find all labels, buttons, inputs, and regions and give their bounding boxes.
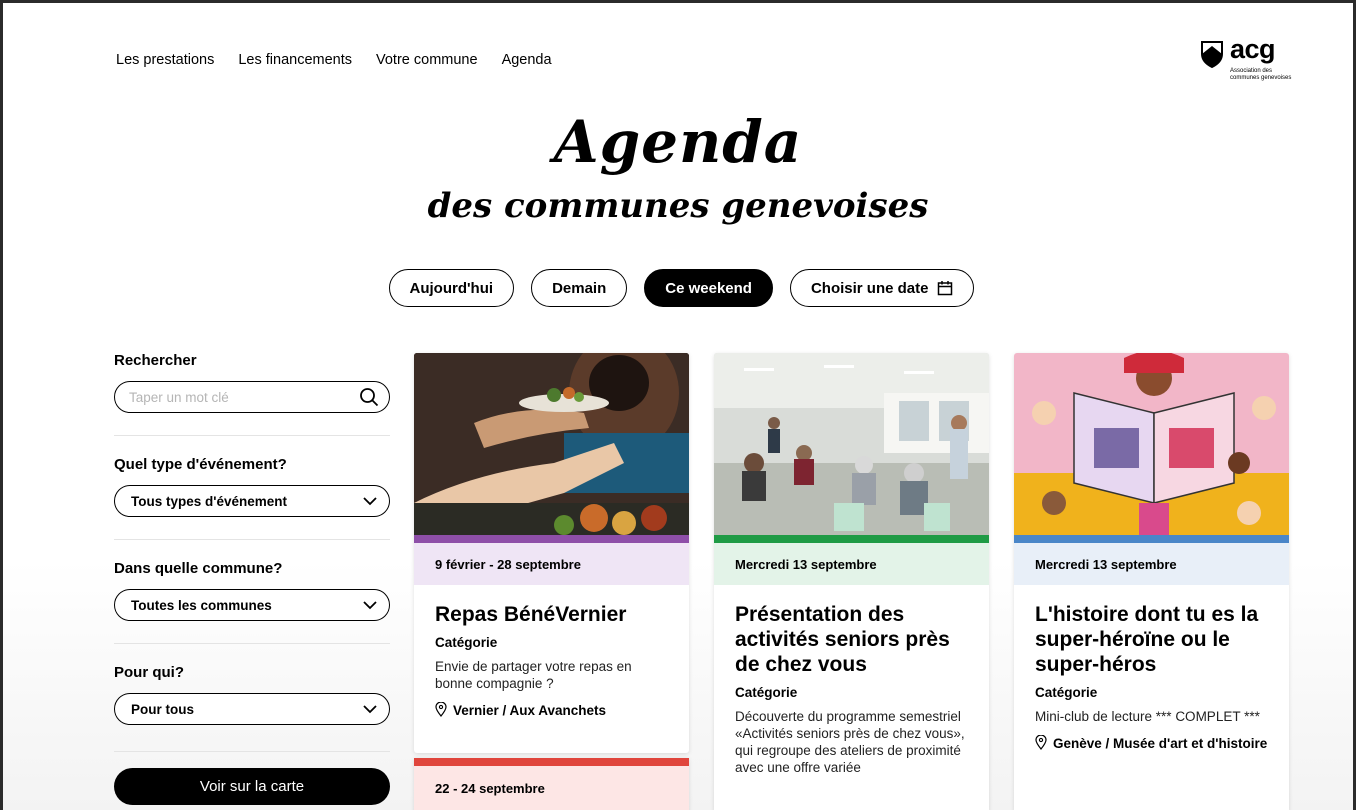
search-box <box>114 381 390 413</box>
commune-select[interactable]: Toutes les communes <box>114 589 390 621</box>
logo-wordmark: acg <box>1230 34 1276 64</box>
event-image <box>414 353 689 535</box>
search-icon[interactable] <box>359 387 379 407</box>
divider <box>114 435 390 436</box>
filter-weekend-label: Ce weekend <box>665 279 752 297</box>
event-type-heading: Quel type d'événement? <box>114 456 287 473</box>
chevron-down-icon <box>363 704 377 713</box>
event-category: Catégorie <box>1035 685 1098 700</box>
divider <box>114 643 390 644</box>
category-color-bar <box>1014 535 1289 543</box>
category-color-bar <box>414 758 689 766</box>
event-date: Mercredi 13 septembre <box>714 543 989 585</box>
event-card[interactable]: Mercredi 13 septembre Présentation des a… <box>714 353 989 810</box>
food-sharing-image <box>414 353 689 535</box>
chevron-down-icon <box>363 496 377 505</box>
event-location: Vernier / Aux Avanchets <box>435 702 668 719</box>
nav-link-commune[interactable]: Votre commune <box>376 52 478 68</box>
logo-subtitle: Association des communes genevoises <box>1230 68 1292 81</box>
event-card[interactable]: 9 février - 28 septembre Repas BénéVerni… <box>414 353 689 753</box>
event-title[interactable]: Repas BénéVernier <box>435 602 668 627</box>
commune-value: Toutes les communes <box>131 597 272 613</box>
event-category: Catégorie <box>435 635 498 650</box>
filter-sidebar: Rechercher Quel type d'événement? Tous t… <box>114 352 390 805</box>
filter-choose-date-label: Choisir une date <box>810 279 929 297</box>
seniors-meeting-image <box>714 353 989 535</box>
nav-link-prestations[interactable]: Les prestations <box>116 52 214 68</box>
event-date: 22 - 24 septembre <box>414 766 689 810</box>
search-input[interactable] <box>129 389 329 405</box>
top-nav: Les prestations Les financements Votre c… <box>116 52 552 68</box>
illustration-image <box>1014 353 1289 535</box>
view-map-button[interactable]: Voir sur la carte <box>114 768 390 805</box>
event-date: 9 février - 28 septembre <box>414 543 689 585</box>
acg-logo[interactable]: acg Association des communes genevoises <box>1198 34 1298 92</box>
search-heading: Rechercher <box>114 352 197 369</box>
divider <box>114 539 390 540</box>
audience-select[interactable]: Pour tous <box>114 693 390 725</box>
event-image <box>714 353 989 535</box>
filter-weekend-button[interactable]: Ce weekend <box>644 269 773 307</box>
category-color-bar <box>414 535 689 543</box>
audience-heading: Pour qui? <box>114 664 184 681</box>
nav-link-financements[interactable]: Les financements <box>238 52 352 68</box>
location-pin-icon <box>435 702 447 717</box>
filter-today-label: Aujourd'hui <box>409 279 494 297</box>
shield-logo-icon <box>1201 41 1223 68</box>
filter-today-button[interactable]: Aujourd'hui <box>388 269 515 307</box>
page-title: Agenda <box>553 108 803 176</box>
event-location: Genève / Musée d'art et d'histoire <box>1035 735 1268 752</box>
location-pin-icon <box>1035 735 1047 750</box>
event-card[interactable]: Mercredi 13 septembre L'histoire dont tu… <box>1014 353 1289 810</box>
filter-tomorrow-label: Demain <box>552 279 607 297</box>
event-description: Découverte du programme semestriel «Acti… <box>735 709 965 775</box>
event-description: Envie de partager votre repas en bonne c… <box>435 659 632 691</box>
event-description: Mini-club de lecture *** COMPLET *** <box>1035 709 1260 724</box>
filter-tomorrow-button[interactable]: Demain <box>531 269 628 307</box>
divider <box>114 751 390 752</box>
chevron-down-icon <box>363 600 377 609</box>
calendar-icon <box>937 281 952 296</box>
nav-link-agenda[interactable]: Agenda <box>502 52 552 68</box>
event-location-text: Genève / Musée d'art et d'histoire <box>1053 736 1268 751</box>
page-subtitle: des communes genevoises <box>427 186 929 226</box>
event-date: Mercredi 13 septembre <box>1014 543 1289 585</box>
category-color-bar <box>714 535 989 543</box>
audience-value: Pour tous <box>131 701 194 717</box>
commune-heading: Dans quelle commune? <box>114 560 283 577</box>
event-card[interactable]: 22 - 24 septembre <box>414 758 689 810</box>
event-image <box>1014 353 1289 535</box>
event-type-select[interactable]: Tous types d'événement <box>114 485 390 517</box>
event-type-value: Tous types d'événement <box>131 493 288 509</box>
event-location-text: Vernier / Aux Avanchets <box>453 703 607 718</box>
event-title[interactable]: Présentation des activités seniors près … <box>735 602 968 677</box>
date-filter-group: Aujourd'hui Demain Ce weekend Choisir un… <box>0 269 1356 307</box>
event-category: Catégorie <box>735 685 798 700</box>
filter-choose-date-button[interactable]: Choisir une date <box>789 269 974 307</box>
event-title[interactable]: L'histoire dont tu es la super-héroïne o… <box>1035 602 1268 677</box>
